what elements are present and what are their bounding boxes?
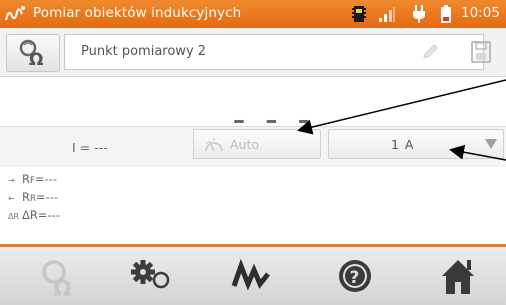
window-title: Pomiar obiektów indukcyjnych [33,5,242,21]
memory-card-icon [352,6,366,22]
measurement-mode-nav-button[interactable]: Ω [28,252,88,300]
auto-gauge-icon [205,138,223,152]
waveform-nav-button[interactable] [222,252,282,300]
waveform-icon [231,258,270,291]
current-range-select[interactable]: 1 A [328,129,504,159]
status-bar: Pomiar obiektów indukcyjnych 10:05 [0,0,506,28]
measurement-point-field[interactable]: Punkt pomiarowy 2 [64,34,484,70]
current-range-value: 1 A [391,137,415,152]
home-nav-button[interactable] [428,252,488,300]
current-readout: I = --- [72,140,108,155]
result-delta-r: ΔR ΔR=--- [8,208,60,222]
measurement-mode-icon: Ω [42,260,72,300]
result-rf: → RF=--- [8,172,57,186]
svg-text:Ω: Ω [29,50,43,67]
resistance-probe-icon: Ω [19,39,43,67]
dropdown-arrow-icon [485,139,497,149]
help-icon: ? [339,260,371,292]
signal-icon [379,7,395,22]
battery-icon [441,5,451,23]
results-panel [0,167,506,245]
auto-button[interactable]: Auto [193,129,321,159]
svg-text:Ω: Ω [53,277,72,300]
help-nav-button[interactable]: ? [325,252,385,300]
save-icon[interactable] [470,40,492,64]
plug-icon [413,5,425,23]
reverse-direction-icon: ← [8,194,15,203]
home-icon [442,260,474,294]
delta-r-icon: ΔR [8,212,20,221]
settings-icon [131,260,170,289]
measurement-mode-button[interactable]: Ω [6,34,60,72]
svg-text:?: ? [350,268,360,288]
clock: 10:05 [461,5,500,21]
auto-label: Auto [230,137,260,152]
app-logo-icon [5,6,25,21]
result-rr: ← RR=--- [8,190,58,204]
forward-direction-icon: → [8,176,15,185]
edit-pencil-icon[interactable] [421,43,439,61]
settings-nav-button[interactable] [125,252,185,300]
measurement-point-name: Punkt pomiarowy 2 [81,44,207,59]
